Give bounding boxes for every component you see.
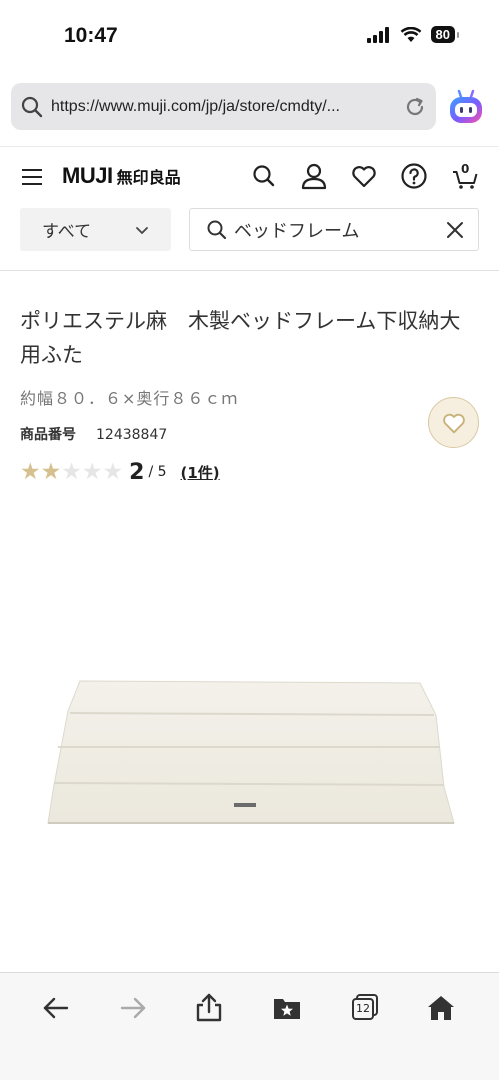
rating-max: / 5 [148, 464, 167, 480]
product-title: ポリエステル麻 木製ベッドフレーム下収納大用ふた [20, 309, 461, 367]
cart-count: 0 [461, 162, 470, 176]
product-size: 約幅８０．６×奥行８６ｃｍ [20, 389, 239, 408]
star-filled-icon: ★ [40, 459, 62, 485]
address-bar[interactable]: https://www.muji.com/jp/ja/store/cmdty/.… [11, 83, 436, 130]
star-filled-icon: ★ [20, 459, 41, 485]
search-query[interactable]: ベッドフレーム [234, 217, 446, 243]
tabs-count: 12 [356, 1002, 370, 1015]
heart-icon[interactable] [350, 162, 378, 190]
product-code-label: 商品番号 [20, 427, 76, 443]
user-icon[interactable] [300, 162, 328, 190]
favorite-button[interactable] [428, 397, 479, 448]
status-icons: 80 [366, 26, 460, 43]
star-empty-icon: ★ [61, 459, 82, 485]
category-select[interactable]: すべて [20, 208, 171, 251]
back-icon[interactable] [41, 993, 71, 1023]
star-empty-icon: ★ [81, 459, 103, 485]
status-time: 10:47 [64, 24, 118, 47]
site-header: MUJI 無印良品 0 [0, 146, 499, 206]
url-text[interactable]: https://www.muji.com/jp/ja/store/cmdty/.… [51, 98, 404, 116]
cart-button[interactable]: 0 [451, 162, 479, 190]
star-empty-icon: ★ [102, 459, 124, 485]
bookmarks-icon[interactable] [272, 993, 302, 1023]
product-code-value: 12438847 [96, 427, 168, 443]
category-value: すべて [42, 222, 92, 242]
rating: ★★★★★ 2 / 5 (1件) [20, 458, 220, 486]
forward-icon[interactable] [118, 993, 148, 1023]
tabs-button[interactable]: 12 [350, 993, 380, 1023]
battery-indicator: 80 [430, 26, 460, 43]
signal-icon [366, 26, 389, 43]
browser-toolbar: 12 [0, 972, 499, 1080]
search-input[interactable]: ベッドフレーム [189, 208, 479, 251]
search-icon[interactable] [250, 162, 278, 190]
reload-icon[interactable] [404, 96, 426, 118]
share-icon[interactable] [194, 993, 224, 1023]
review-count-link[interactable]: (1件) [181, 462, 220, 483]
status-bar: 10:47 80 [0, 0, 499, 76]
product-code: 商品番号 12438847 [20, 424, 167, 444]
help-icon[interactable] [400, 162, 428, 190]
heart-icon [442, 413, 465, 433]
muji-logo[interactable]: MUJI 無印良品 [62, 163, 181, 189]
wifi-icon [400, 26, 421, 42]
menu-icon[interactable] [22, 169, 42, 185]
rating-score: 2 [129, 459, 145, 485]
logo-text: MUJI [62, 163, 113, 188]
chevron-down-icon [136, 226, 148, 234]
logo-text-jp: 無印良品 [116, 170, 181, 187]
search-icon [207, 220, 227, 239]
assistant-icon[interactable] [447, 88, 485, 126]
divider [0, 270, 499, 271]
rating-stars: ★★★★★ [20, 458, 123, 486]
home-icon[interactable] [426, 993, 456, 1023]
close-icon[interactable] [446, 221, 464, 239]
product-image [47, 680, 455, 824]
search-icon [21, 96, 43, 117]
